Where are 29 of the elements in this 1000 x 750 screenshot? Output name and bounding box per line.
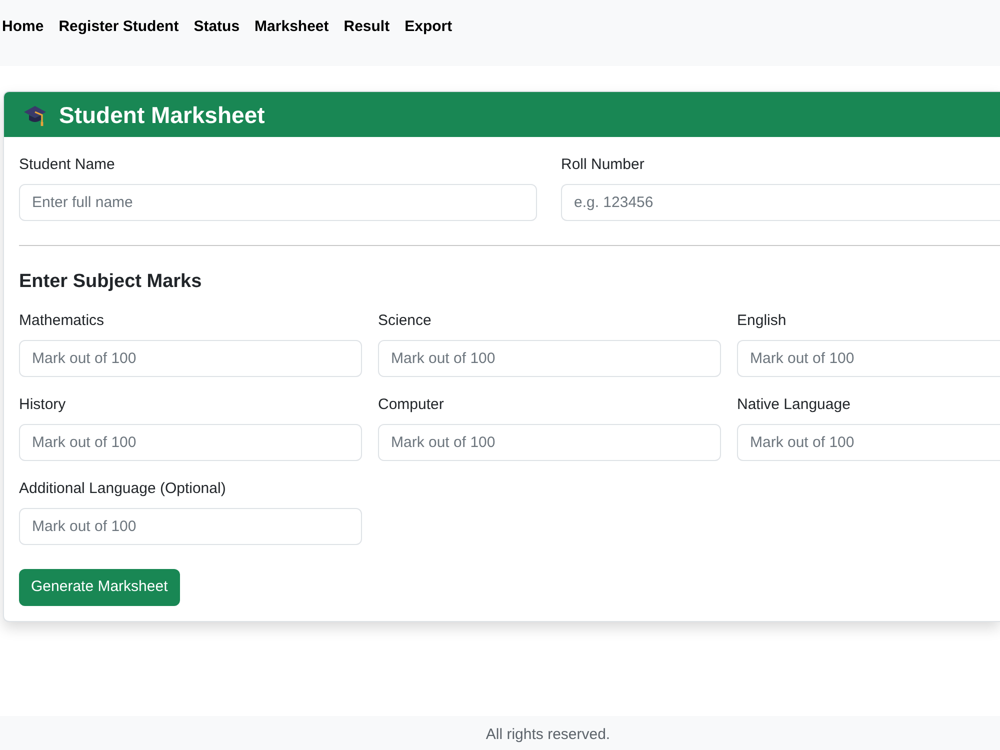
- graduation-cap-icon: [23, 104, 47, 126]
- copyright-text: All rights reserved.: [486, 725, 610, 745]
- input-field[interactable]: Mark out of 100: [19, 424, 362, 461]
- nav-link[interactable]: Home: [2, 16, 44, 38]
- field-label: Roll Number: [561, 155, 646, 175]
- input-field[interactable]: e.g. 123456: [561, 184, 1000, 221]
- input-field[interactable]: Enter full name: [19, 184, 537, 221]
- field-label: Additional Language (Optional): [19, 479, 227, 499]
- input-field[interactable]: Mark out of 100: [737, 424, 1000, 461]
- nav-link[interactable]: Status: [194, 16, 240, 38]
- nav-link[interactable]: Marksheet: [254, 16, 329, 38]
- field-label: History: [19, 395, 67, 415]
- field-label: Student Name: [19, 155, 116, 175]
- field-label: Mathematics: [19, 311, 106, 331]
- input-field[interactable]: Mark out of 100: [737, 340, 1000, 377]
- input-field[interactable]: Mark out of 100: [378, 340, 721, 377]
- input-field[interactable]: Mark out of 100: [378, 424, 721, 461]
- section-title: Enter Subject Marks: [19, 270, 203, 294]
- field-label: English: [737, 311, 788, 331]
- nav-link[interactable]: Export: [404, 16, 452, 38]
- nav-link[interactable]: Register Student: [58, 16, 179, 38]
- generate-marksheet-button[interactable]: Generate Marksheet: [19, 569, 180, 606]
- nav-link[interactable]: Result: [344, 16, 390, 38]
- input-field[interactable]: Mark out of 100: [19, 340, 362, 377]
- field-label: Computer: [378, 395, 445, 415]
- field-label: Native Language: [737, 395, 852, 415]
- field-label: Science: [378, 311, 432, 331]
- card-title: Student Marksheet: [59, 100, 265, 130]
- input-field[interactable]: Mark out of 100: [19, 508, 362, 545]
